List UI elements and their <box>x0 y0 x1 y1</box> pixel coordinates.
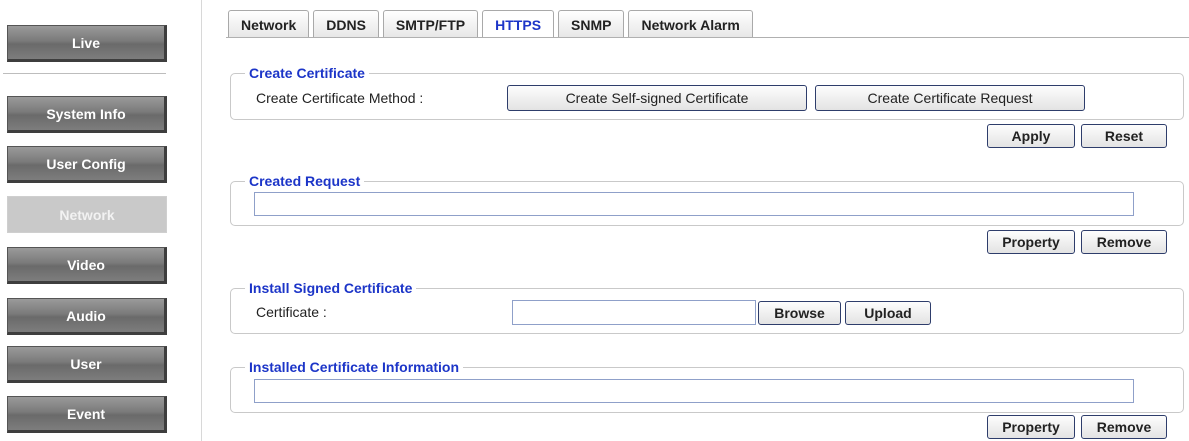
sidebar-item-live[interactable]: Live <box>7 25 167 62</box>
sidebar-item-audio[interactable]: Audio <box>7 298 167 335</box>
tab-network-alarm[interactable]: Network Alarm <box>628 10 753 38</box>
tab-https[interactable]: HTTPS <box>482 10 555 38</box>
create-self-signed-certificate-button[interactable]: Create Self-signed Certificate <box>507 85 807 111</box>
installed-certificate-information-field[interactable] <box>254 379 1134 403</box>
sidebar-item-user-config[interactable]: User Config <box>7 146 167 183</box>
tab-bar-underline <box>226 37 1189 38</box>
created-request-legend: Created Request <box>245 172 365 190</box>
certificate-label: Certificate : <box>256 304 327 320</box>
install-signed-certificate-group: Install Signed Certificate Certificate :… <box>230 279 1184 334</box>
installed-certificate-remove-button[interactable]: Remove <box>1081 415 1167 439</box>
created-request-group: Created Request <box>230 172 1184 226</box>
created-request-field[interactable] <box>254 192 1134 216</box>
create-certificate-request-button[interactable]: Create Certificate Request <box>815 85 1085 111</box>
installed-certificate-information-legend: Installed Certificate Information <box>245 358 464 376</box>
apply-button[interactable]: Apply <box>987 124 1075 148</box>
created-request-remove-button[interactable]: Remove <box>1081 230 1167 254</box>
installed-certificate-property-button[interactable]: Property <box>987 415 1075 439</box>
create-certificate-method-label: Create Certificate Method : <box>256 90 424 106</box>
create-certificate-group: Create Certificate Create Certificate Me… <box>230 64 1184 120</box>
install-signed-certificate-legend: Install Signed Certificate <box>245 279 417 297</box>
tab-network[interactable]: Network <box>228 10 310 38</box>
tab-smtp-ftp[interactable]: SMTP/FTP <box>382 10 479 38</box>
certificate-file-input[interactable] <box>512 300 756 325</box>
tab-snmp[interactable]: SNMP <box>558 10 625 38</box>
sidebar-item-user[interactable]: User <box>7 346 167 383</box>
tab-ddns[interactable]: DDNS <box>313 10 379 38</box>
reset-button[interactable]: Reset <box>1081 124 1167 148</box>
sidebar-item-event[interactable]: Event <box>7 396 167 433</box>
sidebar: Live System Info User Config Network Vid… <box>0 0 202 441</box>
created-request-property-button[interactable]: Property <box>987 230 1075 254</box>
installed-certificate-information-group: Installed Certificate Information <box>230 358 1184 413</box>
tab-bar: Network DDNS SMTP/FTP HTTPS SNMP Network… <box>228 10 757 38</box>
sidebar-item-network[interactable]: Network <box>7 196 167 233</box>
sidebar-divider <box>3 73 166 74</box>
create-certificate-legend: Create Certificate <box>245 64 369 82</box>
browse-button[interactable]: Browse <box>758 301 841 325</box>
sidebar-item-system-info[interactable]: System Info <box>7 96 167 133</box>
sidebar-item-video[interactable]: Video <box>7 247 167 284</box>
upload-button[interactable]: Upload <box>845 301 931 325</box>
